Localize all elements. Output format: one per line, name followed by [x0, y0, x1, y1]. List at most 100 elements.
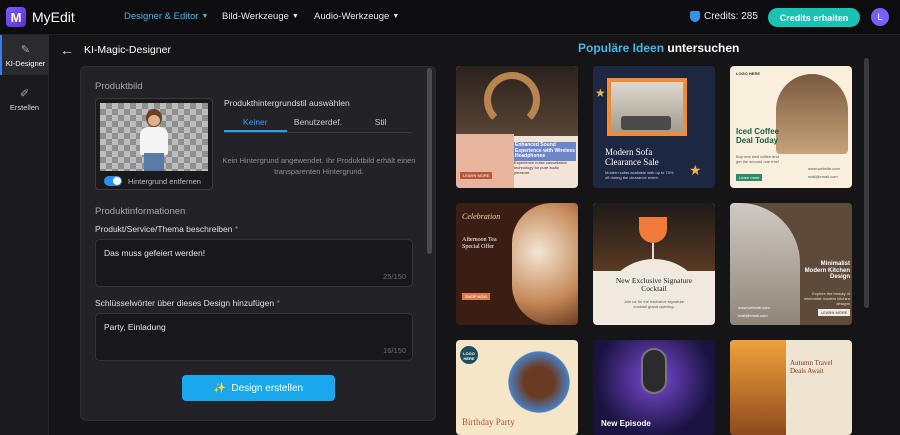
chevron-down-icon: ▼ — [201, 13, 209, 20]
shield-icon — [690, 11, 700, 22]
template-card-cocktail[interactable]: New Exclusive Signature Cocktail Join us… — [593, 203, 715, 325]
tea-image — [512, 203, 578, 325]
form-scrollbar[interactable] — [427, 68, 432, 254]
keywords-textarea[interactable]: Party, Einladung 16/150 — [95, 313, 413, 361]
template-card-autumn[interactable]: Autumn Travel Deals Await — [730, 340, 852, 435]
create-design-button[interactable]: ✨ Design erstellen — [182, 375, 335, 401]
cake-image — [504, 346, 574, 418]
nav-label: Bild-Werkzeuge — [222, 11, 289, 22]
card-subtitle: Experience noise cancellation technology… — [514, 160, 567, 176]
remove-bg-toggle-row: Hintergrund entfernen — [104, 176, 201, 186]
create-design-label: Design erstellen — [231, 382, 304, 394]
template-card-sofa[interactable]: Modern Sofa Clearance Sale Modern sofas … — [593, 66, 715, 188]
app-logo[interactable]: M MyEdit — [6, 7, 75, 27]
required-mark: * — [276, 298, 280, 308]
page-title: KI-Magic-Designer — [84, 44, 171, 56]
coffee-image — [776, 74, 848, 154]
card-title: Modern Sofa Clearance Sale — [605, 147, 659, 167]
gallery-title-accent: Populäre Ideen — [578, 41, 665, 55]
transparent-checkerboard — [100, 103, 208, 171]
keywords-label-text: Schlüsselwörter über dieses Design hinzu… — [95, 298, 275, 308]
card-cta: SHOP NOW — [462, 293, 491, 301]
template-card-podcast[interactable]: New Episode — [593, 340, 715, 435]
section-title-produktbild: Produktbild — [95, 81, 143, 92]
star-icon: ★ — [595, 86, 606, 100]
tab-stil[interactable]: Stil — [349, 117, 412, 132]
section-title-produktinformationen: Produktinformationen — [95, 206, 186, 217]
autumn-forest-image — [730, 340, 786, 435]
desc-textarea[interactable]: Das muss gefeiert werden! 25/150 — [95, 239, 413, 287]
bg-style-label: Produkthintergrundstil auswählen — [224, 98, 350, 108]
pencil-icon: ✐ — [19, 87, 30, 100]
card-subtitle: Buy one iced coffee and get the second o… — [736, 154, 780, 165]
card-subtitle: Join us for the exclusive signature cock… — [623, 299, 685, 310]
left-rail: ✎ KI-Designer ✐ Erstellen — [0, 35, 49, 435]
back-arrow-icon[interactable]: ← — [60, 42, 74, 58]
designer-icon: ✎ — [20, 43, 31, 56]
card-email: mail@email.com — [808, 174, 838, 179]
product-image-box[interactable]: Hintergrund entfernen — [95, 98, 213, 190]
desc-label-text: Produkt/Service/Thema beschreiben — [95, 224, 233, 234]
page-header: ← KI-Magic-Designer — [60, 42, 171, 58]
card-website: www.website.com — [738, 305, 770, 310]
template-card-afternoon-tea[interactable]: Celebration Afternoon Tea Special Offer … — [456, 203, 578, 325]
template-card-iced-coffee[interactable]: LOGO HERE Iced Coffee Deal Today Buy one… — [730, 66, 852, 188]
logo-icon: M — [6, 7, 26, 27]
form-panel: Produktbild Hintergrund entfernen Produk… — [80, 66, 436, 421]
card-email: mail@email.com — [738, 313, 768, 318]
chevron-down-icon: ▼ — [392, 13, 400, 20]
tab-keiner[interactable]: Keiner — [224, 117, 287, 132]
template-card-kitchen[interactable]: Minimalist Modern Kitchen Design Explore… — [730, 203, 852, 325]
avatar[interactable]: L — [871, 8, 889, 26]
rail-item-ki-designer[interactable]: ✎ KI-Designer — [0, 35, 49, 75]
card-script-title: Celebration — [462, 212, 501, 221]
template-card-headphones[interactable]: Enhanced Sound Experience with Wireless … — [456, 66, 578, 188]
magic-wand-icon: ✨ — [213, 382, 227, 394]
desc-counter: 25/150 — [383, 272, 406, 281]
remove-bg-toggle[interactable] — [104, 176, 122, 186]
bg-style-tabs: Keiner Benutzerdef. Stil — [224, 117, 412, 133]
card-subtitle: Explore the beauty of minimalist modern … — [803, 291, 850, 307]
nav-label: Audio-Werkzeuge — [314, 11, 390, 22]
get-credits-button[interactable]: Credits erhalten — [768, 8, 860, 27]
card-title: Minimalist Modern Kitchen Design — [804, 261, 850, 281]
app-name: MyEdit — [32, 9, 75, 25]
nav-label: Designer & Editor — [124, 11, 199, 22]
card-title: Enhanced Sound Experience with Wireless … — [514, 142, 576, 161]
card-cta: Learn more — [736, 174, 763, 182]
nav-bild-werkzeuge[interactable]: Bild-Werkzeuge ▼ — [222, 11, 299, 22]
chevron-down-icon: ▼ — [291, 13, 299, 20]
product-photo — [136, 109, 172, 171]
required-mark: * — [234, 224, 239, 234]
card-title: New Exclusive Signature Cocktail — [615, 276, 693, 294]
bg-hint-text: Kein Hintergrund angewendet. Ihr Produkt… — [222, 156, 416, 176]
template-card-birthday[interactable]: LOGO HERE Birthday Party — [456, 340, 578, 435]
card-cta: LEARN MORE — [460, 172, 493, 180]
headphones-image — [484, 72, 540, 128]
rail-label: Erstellen — [9, 102, 40, 112]
card-title: Birthday Party — [462, 417, 515, 427]
nav-audio-werkzeuge[interactable]: Audio-Werkzeuge ▼ — [314, 11, 399, 22]
desc-label: Produkt/Service/Thema beschreiben * — [95, 224, 238, 234]
credits-label: Credits: 285 — [704, 11, 758, 22]
rail-item-erstellen[interactable]: ✐ Erstellen — [0, 79, 49, 119]
gallery-title: Populäre Ideen untersuchen — [578, 41, 739, 55]
card-logo: LOGO HERE — [736, 71, 761, 76]
toggle-label: Hintergrund entfernen — [128, 176, 201, 186]
top-bar: M MyEdit Designer & Editor ▼ Bild-Werkzeu… — [0, 0, 900, 35]
card-title: Iced Coffee Deal Today — [736, 127, 780, 145]
tab-benutzerdef[interactable]: Benutzerdef. — [287, 117, 350, 132]
microphone-image — [641, 348, 667, 394]
card-title: New Episode — [601, 419, 651, 428]
card-subtitle: Modern sofas available with up to 70% of… — [605, 170, 674, 181]
card-title: Afternoon Tea Special Offer — [462, 237, 497, 250]
gallery-scrollbar[interactable] — [864, 58, 869, 308]
keywords-counter: 16/150 — [383, 346, 406, 355]
card-logo: LOGO HERE — [463, 351, 475, 362]
nav-designer-editor[interactable]: Designer & Editor ▼ — [124, 11, 208, 22]
star-icon: ★ — [689, 162, 702, 178]
card-website: www.website.com — [808, 166, 840, 171]
desc-value: Das muss gefeiert werden! — [104, 248, 206, 258]
rail-label: KI-Designer — [5, 58, 46, 68]
card-title: Autumn Travel Deals Await — [790, 359, 833, 375]
